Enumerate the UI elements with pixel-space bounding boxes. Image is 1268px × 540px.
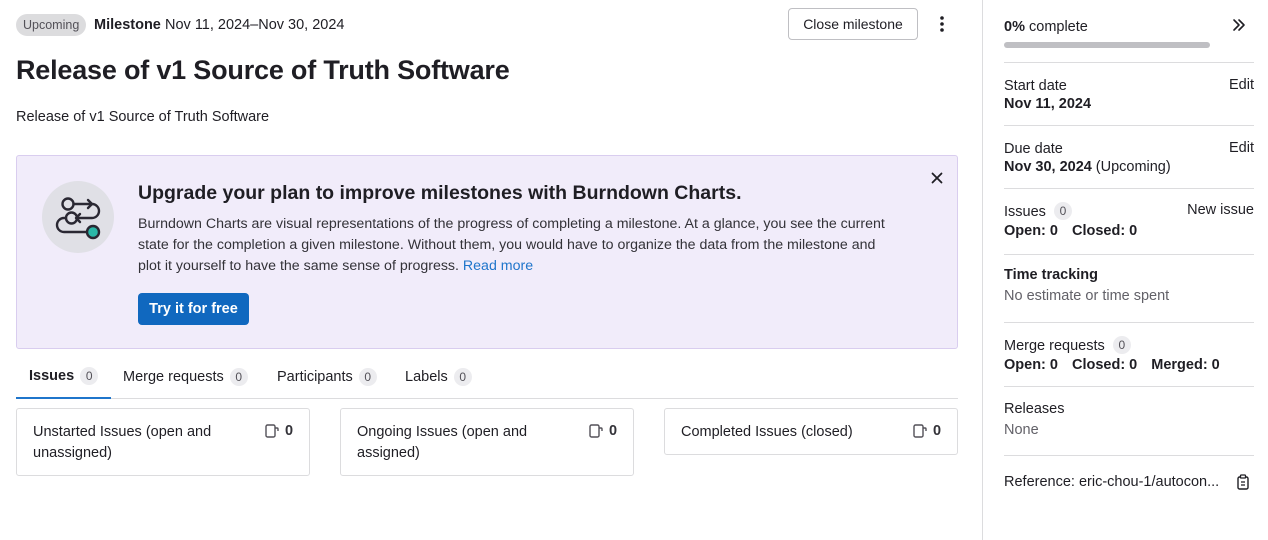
column-count-value: 0 (933, 423, 942, 439)
time-tracking-section: Time tracking No estimate or time spent (1004, 266, 1254, 304)
start-date-section: Start date Nov 11, 2024 Edit (1004, 77, 1254, 113)
tab-participants[interactable]: Participants 0 (264, 355, 390, 399)
milestone-header: Upcoming Milestone Nov 11, 2024–Nov 30, … (16, 8, 958, 42)
collapse-sidebar-icon[interactable] (1232, 18, 1246, 35)
more-actions-icon[interactable] (930, 8, 954, 40)
ongoing-issues-column: Ongoing Issues (open and assigned) 0 (340, 408, 634, 476)
tab-participants-label: Participants (277, 369, 353, 385)
column-count: 0 (913, 423, 941, 439)
issues-icon (265, 424, 279, 438)
tab-issues-label: Issues (29, 368, 75, 384)
status-badge: Upcoming (16, 14, 87, 36)
completed-issues-column: Completed Issues (closed) 0 (664, 408, 958, 455)
progress-section: 0% complete (1004, 18, 1254, 48)
time-tracking-label: Time tracking (1004, 267, 1099, 283)
mr-label: Merge requests (1004, 338, 1105, 354)
unstarted-issues-column: Unstarted Issues (open and unassigned) 0 (16, 408, 310, 476)
releases-value: None (1004, 422, 1039, 438)
page-title: Release of v1 Source of Truth Software (16, 55, 510, 85)
column-count-value: 0 (285, 423, 294, 439)
edit-start-date-button[interactable]: Edit (1229, 77, 1254, 93)
progress-percent: 0% (1004, 19, 1025, 35)
column-count: 0 (589, 423, 617, 439)
issues-count: 0 (1053, 202, 1072, 220)
issues-stats: Open: 0 Closed: 0 (1004, 222, 1254, 240)
tab-merge-requests-count: 0 (229, 368, 248, 386)
close-icon[interactable] (927, 168, 947, 188)
new-issue-link[interactable]: New issue (1187, 202, 1254, 218)
due-date-value: Nov 30, 2024 (1004, 159, 1092, 175)
merge-requests-section: Merge requests 0 Open: 0 Closed: 0 Merged:… (1004, 336, 1254, 374)
issues-open: Open: 0 (1004, 223, 1058, 239)
divider (1004, 62, 1254, 63)
tab-participants-count: 0 (358, 368, 377, 386)
mr-merged: Merged: 0 (1151, 357, 1220, 373)
issues-icon (913, 424, 927, 438)
column-count-value: 0 (609, 423, 618, 439)
divider (1004, 386, 1254, 387)
tab-labels-count: 0 (453, 368, 472, 386)
mr-label-row: Merge requests 0 (1004, 336, 1254, 355)
column-title: Completed Issues (closed) (681, 424, 853, 440)
milestone-tabs: Issues 0 Merge requests 0 Participants 0… (16, 355, 958, 399)
issues-closed: Closed: 0 (1071, 223, 1138, 239)
progress-label: 0% complete (1004, 18, 1254, 36)
burndown-illustration-icon (42, 181, 114, 253)
time-tracking-value: No estimate or time spent (1004, 288, 1170, 304)
due-date-section: Due date Nov 30, 2024 (Upcoming) Edit (1004, 140, 1254, 176)
tab-merge-requests-label: Merge requests (123, 369, 224, 385)
try-free-button[interactable]: Try it for free (138, 293, 249, 325)
releases-label: Releases (1004, 401, 1065, 417)
copy-reference-icon[interactable] (1236, 474, 1250, 493)
start-date-label: Start date (1004, 78, 1067, 94)
close-milestone-button[interactable]: Close milestone (788, 8, 918, 40)
tab-labels[interactable]: Labels 0 (392, 355, 485, 399)
burndown-promo-banner: Upgrade your plan to improve milestones … (16, 155, 958, 349)
milestone-sidebar: 0% complete Start date Nov 11, 2024 Edit… (982, 0, 1268, 540)
promo-title: Upgrade your plan to improve milestones … (138, 182, 742, 204)
tab-issues-count: 0 (80, 367, 99, 385)
tab-merge-requests[interactable]: Merge requests 0 (110, 355, 261, 399)
promo-body: Burndown Charts are visual representatio… (138, 214, 898, 277)
due-date-note: (Upcoming) (1095, 159, 1171, 175)
reference-text: Reference: eric-chou-1/autocon... (1004, 474, 1220, 490)
divider (1004, 322, 1254, 323)
milestone-label: Milestone (94, 17, 161, 33)
progress-suffix: complete (1029, 19, 1088, 35)
mr-count: 0 (1112, 336, 1131, 354)
mr-closed: Closed: 0 (1071, 357, 1138, 373)
reference-section: Reference: eric-chou-1/autocon... (1004, 473, 1254, 493)
milestone-dates: Nov 11, 2024–Nov 30, 2024 (165, 17, 345, 33)
milestone-description: Release of v1 Source of Truth Software (16, 109, 270, 125)
due-date-row: Nov 30, 2024 (Upcoming) (1004, 158, 1254, 176)
tab-labels-label: Labels (405, 369, 448, 385)
divider (1004, 455, 1254, 456)
start-date-value: Nov 11, 2024 (1004, 96, 1092, 112)
tab-issues[interactable]: Issues 0 (16, 355, 112, 399)
milestone-main: Upcoming Milestone Nov 11, 2024–Nov 30, … (16, 0, 958, 540)
issues-icon (589, 424, 603, 438)
divider (1004, 188, 1254, 189)
divider (1004, 254, 1254, 255)
column-title: Unstarted Issues (open and unassigned) (33, 424, 212, 461)
edit-due-date-button[interactable]: Edit (1229, 140, 1254, 156)
divider (1004, 125, 1254, 126)
issues-label: Issues (1004, 204, 1046, 220)
column-title: Ongoing Issues (open and assigned) (357, 424, 528, 461)
mr-stats: Open: 0 Closed: 0 Merged: 0 (1004, 356, 1254, 374)
column-count: 0 (265, 423, 293, 439)
issues-section: Issues 0 Open: 0 Closed: 0 New issue (1004, 202, 1254, 240)
read-more-link[interactable]: Read more (463, 258, 533, 274)
progress-bar (1004, 42, 1210, 48)
due-date-label: Due date (1004, 141, 1063, 157)
mr-open: Open: 0 (1004, 357, 1058, 373)
releases-section: Releases None (1004, 400, 1254, 438)
